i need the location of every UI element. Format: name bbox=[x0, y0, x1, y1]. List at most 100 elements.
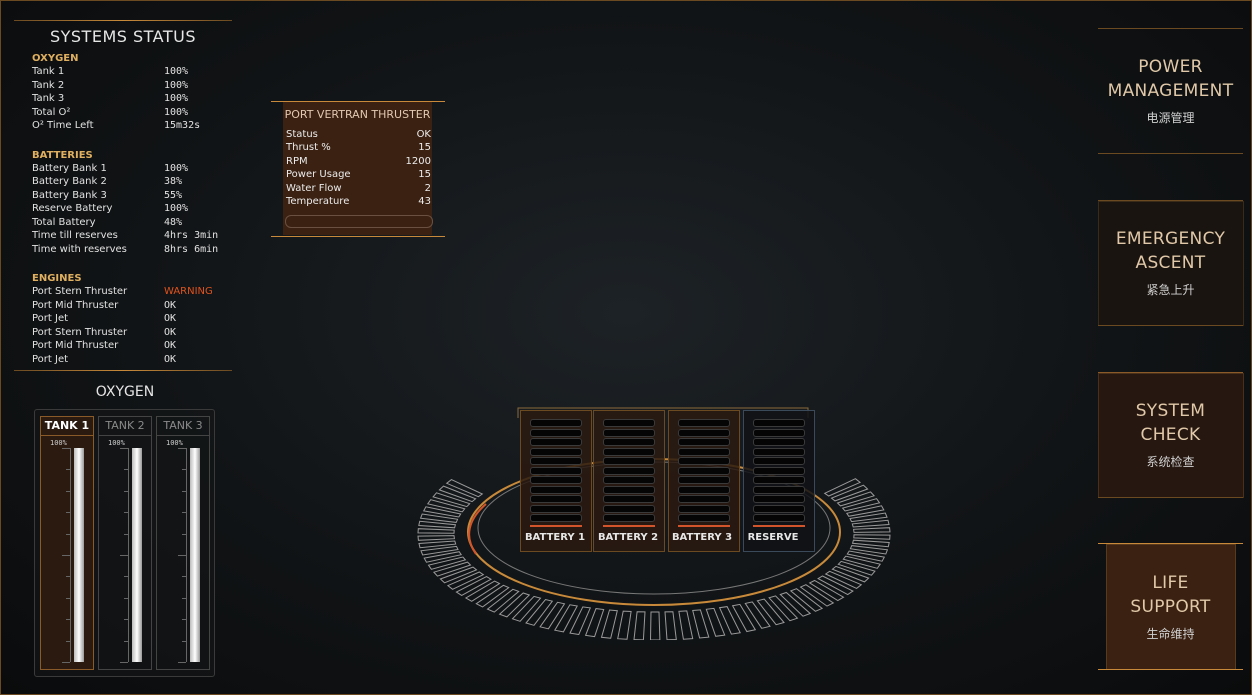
tank-scale bbox=[106, 448, 129, 663]
status-label: Total O² bbox=[32, 106, 71, 118]
battery-slot bbox=[753, 438, 805, 446]
ring-segment bbox=[731, 603, 757, 633]
ring-segment bbox=[525, 598, 554, 626]
stat-value: 1200 bbox=[405, 155, 431, 167]
tank-scale bbox=[48, 448, 71, 663]
emergency-ascent-button[interactable]: EMERGENCY ASCENT 紧急上升 bbox=[1098, 227, 1243, 298]
oxygen-tanks-panel: TANK 1 100% TANK 2 100% TANK 3 100% bbox=[34, 409, 215, 677]
battery-1-cell[interactable] bbox=[520, 410, 592, 552]
ring-segment bbox=[432, 492, 471, 508]
oxygen-status-list: Tank 1 100% Tank 2 100% Tank 3 100% Total O… bbox=[14, 65, 232, 133]
battery-slot bbox=[530, 476, 582, 484]
status-row: Battery Bank 2 38% bbox=[14, 175, 232, 189]
engines-status-list: Port Stern Thruster WARNING Port Mid Thru… bbox=[14, 285, 232, 366]
status-value: 100% bbox=[164, 66, 189, 77]
battery-slot bbox=[530, 466, 582, 475]
status-value: 15m32s bbox=[164, 120, 201, 131]
battery-3-cell[interactable] bbox=[668, 410, 740, 552]
ring-segment bbox=[744, 601, 771, 629]
ring-segment bbox=[427, 556, 467, 570]
battery-slot bbox=[678, 466, 730, 475]
system-check-button[interactable]: SYSTEM CHECK 系统检查 bbox=[1098, 399, 1243, 470]
status-row: Time till reserves 4hrs 3min bbox=[14, 229, 232, 243]
reserve-battery-label: RESERVE bbox=[747, 532, 799, 543]
nav-label-en: SYSTEM bbox=[1135, 401, 1206, 421]
tank-1-tab[interactable]: TANK 1 bbox=[41, 417, 93, 436]
battery-slot bbox=[753, 466, 805, 475]
nav-label-cn: 系统检查 bbox=[1146, 455, 1195, 469]
ring-segment bbox=[756, 598, 785, 626]
engines-heading: ENGINES bbox=[32, 273, 82, 284]
ring-segment bbox=[768, 595, 799, 622]
stat-value: 43 bbox=[418, 196, 431, 208]
ring-segment bbox=[426, 499, 466, 513]
ring-segment bbox=[419, 513, 459, 523]
battery-slot bbox=[603, 438, 655, 446]
ring-segment bbox=[539, 601, 566, 630]
stat-label: RPM bbox=[286, 155, 308, 167]
status-label: Battery Bank 3 bbox=[32, 189, 107, 201]
status-row: Total O² 100% bbox=[14, 106, 232, 120]
battery-slot bbox=[530, 495, 582, 503]
tank-2-level-bar bbox=[132, 448, 142, 662]
tank-3-tab[interactable]: TANK 3 bbox=[157, 417, 209, 436]
status-label: Battery Bank 1 bbox=[32, 162, 107, 174]
status-label: Tank 2 bbox=[32, 79, 65, 91]
scale-tick bbox=[182, 512, 186, 513]
scale-tick bbox=[66, 469, 70, 470]
battery-charge-line bbox=[530, 525, 582, 527]
life-support-button[interactable]: LIFE SUPPORT 生命维持 bbox=[1098, 571, 1243, 642]
stat-label: Power Usage bbox=[286, 169, 351, 181]
ring-segment bbox=[417, 535, 455, 541]
warning-value: WARNING bbox=[164, 286, 213, 297]
status-row: Port Jet OK bbox=[14, 353, 232, 367]
divider bbox=[271, 101, 445, 102]
status-label: Reserve Battery bbox=[32, 203, 113, 214]
battery-slot bbox=[678, 457, 730, 465]
status-label: Port Mid Thruster bbox=[32, 299, 119, 311]
tank-1-gauge[interactable]: TANK 1 100% bbox=[40, 416, 94, 670]
scale-tick bbox=[182, 641, 186, 642]
nav-label-en: ASCENT bbox=[1135, 253, 1206, 273]
tank-2-percent: 100% bbox=[108, 439, 125, 447]
status-value: 48% bbox=[164, 216, 183, 228]
reserve-battery-cell[interactable] bbox=[743, 410, 815, 552]
thruster-stats: Status OK Thrust % 15 RPM 1200 Power Usage 1… bbox=[286, 128, 431, 208]
battery-charge-line bbox=[603, 525, 655, 527]
thruster-row: Status OK bbox=[286, 128, 431, 141]
power-management-button[interactable]: POWER MANAGEMENT 电源管理 bbox=[1098, 55, 1243, 126]
status-row: Tank 3 100% bbox=[14, 92, 232, 106]
thruster-row: RPM 1200 bbox=[286, 155, 431, 168]
ring-segment bbox=[849, 512, 888, 523]
nav-label-cn: 电源管理 bbox=[1146, 111, 1195, 125]
stat-value: 15 bbox=[418, 169, 431, 181]
scale-tick bbox=[178, 555, 186, 556]
battery-slot bbox=[603, 485, 655, 494]
battery-charge-line bbox=[753, 525, 805, 527]
status-row: Reserve Battery 100% bbox=[14, 202, 232, 216]
ring-segment bbox=[633, 611, 646, 640]
scale-tick bbox=[182, 469, 186, 470]
status-label: Tank 1 bbox=[32, 66, 65, 77]
thruster-row: Water Flow 2 bbox=[286, 182, 431, 195]
scale-tick bbox=[178, 662, 186, 663]
stat-label: Thrust % bbox=[286, 142, 331, 154]
tank-2-tab[interactable]: TANK 2 bbox=[99, 417, 151, 436]
tank-2-gauge[interactable]: TANK 2 100% bbox=[98, 416, 152, 670]
battery-slot bbox=[678, 504, 730, 513]
status-row: Port Mid Thruster OK bbox=[14, 339, 232, 353]
status-row: Time with reserves 8hrs 6min bbox=[14, 243, 232, 257]
scale-tick bbox=[124, 469, 128, 470]
status-value: OK bbox=[164, 353, 177, 365]
status-label: Tank 3 bbox=[32, 93, 65, 104]
battery-2-cell[interactable] bbox=[593, 410, 665, 552]
battery-slot bbox=[678, 514, 730, 522]
scale-tick bbox=[182, 619, 186, 620]
battery-slot bbox=[530, 485, 582, 494]
status-label: Port Mid Thruster bbox=[32, 340, 119, 351]
battery-slot bbox=[678, 428, 730, 437]
tank-3-percent: 100% bbox=[166, 439, 183, 447]
battery-slot bbox=[678, 495, 730, 503]
tank-3-gauge[interactable]: TANK 3 100% bbox=[156, 416, 210, 670]
scale-tick bbox=[66, 619, 70, 620]
